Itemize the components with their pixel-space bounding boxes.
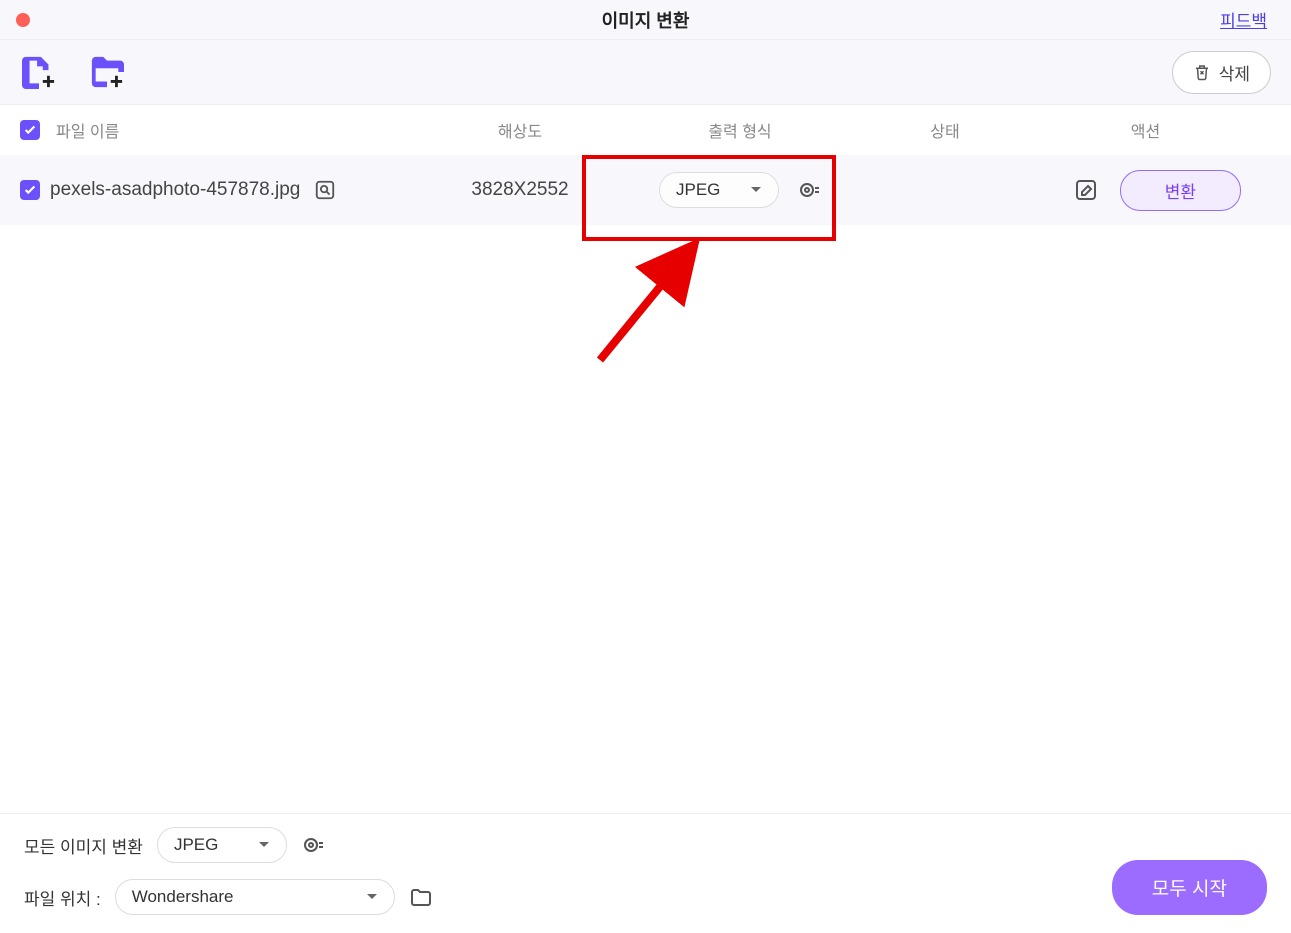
- format-select[interactable]: JPEG: [659, 172, 779, 208]
- annotation-arrow: [570, 230, 740, 390]
- file-name: pexels-asadphoto-457878.jpg: [50, 179, 300, 201]
- global-format-select[interactable]: JPEG: [157, 827, 287, 863]
- add-file-icon[interactable]: [20, 55, 58, 89]
- window-close-dot[interactable]: [16, 13, 30, 27]
- start-all-button[interactable]: 모두 시작: [1112, 860, 1267, 915]
- delete-label: 삭제: [1219, 60, 1250, 85]
- chevron-down-icon: [258, 839, 270, 851]
- global-format-value: JPEG: [174, 835, 218, 855]
- location-label: 파일 위치 :: [24, 885, 101, 910]
- header-status: 상태: [870, 118, 1020, 142]
- select-all-checkbox[interactable]: [20, 120, 40, 140]
- delete-button[interactable]: 삭제: [1172, 51, 1271, 94]
- header-output-format: 출력 형식: [610, 118, 870, 142]
- edit-icon[interactable]: [1074, 178, 1098, 202]
- trash-icon: [1193, 63, 1211, 81]
- location-select[interactable]: Wondershare: [115, 879, 395, 915]
- convert-all-label: 모든 이미지 변환: [24, 833, 143, 858]
- settings-icon[interactable]: [797, 178, 821, 202]
- window-title: 이미지 변환: [602, 7, 690, 33]
- global-settings-icon[interactable]: [301, 833, 325, 857]
- convert-button[interactable]: 변환: [1120, 170, 1241, 211]
- footer: 모든 이미지 변환 JPEG 파일 위치 : Wondershare 모두 시작: [0, 813, 1291, 933]
- row-checkbox[interactable]: [20, 180, 40, 200]
- feedback-link[interactable]: 피드백: [1220, 7, 1267, 32]
- location-value: Wondershare: [132, 887, 234, 907]
- format-value: JPEG: [676, 180, 720, 200]
- table-row: pexels-asadphoto-457878.jpg 3828X2552 JP…: [0, 155, 1291, 225]
- chevron-down-icon: [366, 891, 378, 903]
- chevron-down-icon: [750, 184, 762, 196]
- toolbar: 삭제: [0, 40, 1291, 105]
- resolution-value: 3828X2552: [430, 179, 610, 201]
- add-folder-icon[interactable]: [88, 55, 126, 89]
- header-filename: 파일 이름: [50, 118, 430, 142]
- header-action: 액션: [1020, 118, 1271, 142]
- titlebar: 이미지 변환 피드백: [0, 0, 1291, 40]
- open-folder-icon[interactable]: [409, 885, 433, 909]
- table-header: 파일 이름 해상도 출력 형식 상태 액션: [0, 105, 1291, 155]
- preview-icon[interactable]: [314, 179, 336, 201]
- header-resolution: 해상도: [430, 118, 610, 142]
